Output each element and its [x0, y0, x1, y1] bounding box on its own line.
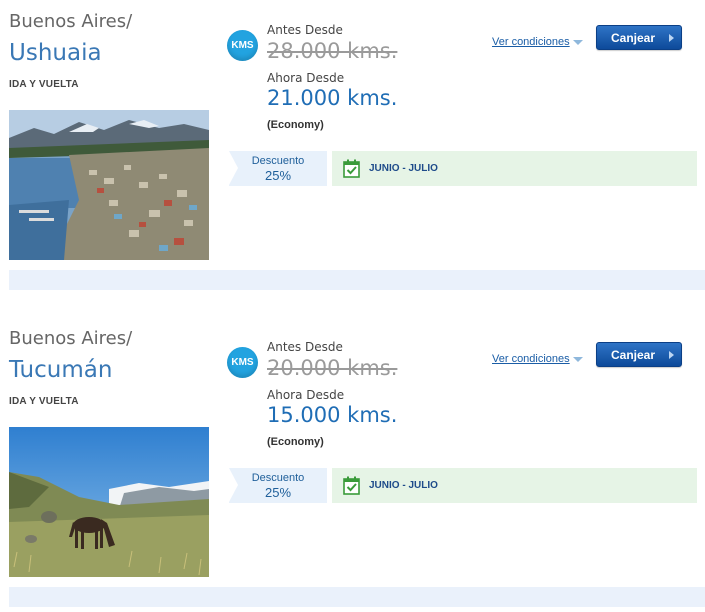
origin-city: Buenos Aires/: [9, 11, 133, 32]
view-conditions-link[interactable]: Ver condiciones: [492, 36, 583, 48]
travel-period: JUNIO - JULIO: [332, 468, 697, 503]
now-label: Ahora Desde: [267, 388, 345, 402]
view-conditions-label: Ver condiciones: [492, 36, 570, 48]
kms-badge-icon: KMS: [227, 30, 258, 61]
discount-value: 25%: [264, 168, 292, 183]
before-label: Antes Desde: [267, 23, 343, 37]
redeem-button[interactable]: Canjear: [596, 342, 682, 367]
arrow-right-icon: [669, 351, 674, 359]
now-price: 15.000 kms.: [267, 403, 398, 427]
destination-city[interactable]: Tucumán: [9, 357, 112, 383]
redeem-button[interactable]: Canjear: [596, 25, 682, 50]
now-label: Ahora Desde: [267, 71, 345, 85]
discount-label: Descuento: [251, 155, 305, 167]
destination-photo[interactable]: [9, 110, 209, 260]
origin-city: Buenos Aires/: [9, 328, 133, 349]
before-price: 28.000 kms.: [267, 39, 398, 63]
period-text: JUNIO - JULIO: [369, 480, 438, 491]
travel-period: JUNIO - JULIO: [332, 151, 697, 186]
before-price: 20.000 kms.: [267, 356, 398, 380]
destination-photo[interactable]: [9, 427, 209, 577]
redeem-label: Canjear: [611, 30, 656, 45]
view-conditions-link[interactable]: Ver condiciones: [492, 353, 583, 365]
separator-bar: [9, 270, 705, 290]
cabin-class: (Economy): [267, 436, 324, 448]
offer-card: Buenos Aires/ Ushuaia IDA Y VUELTA KMS A…: [0, 0, 705, 300]
redeem-label: Canjear: [611, 347, 656, 362]
period-text: JUNIO - JULIO: [369, 163, 438, 174]
trip-type: IDA Y VUELTA: [9, 396, 79, 407]
chevron-down-icon: [572, 356, 583, 362]
now-price: 21.000 kms.: [267, 86, 398, 110]
trip-type: IDA Y VUELTA: [9, 79, 79, 90]
calendar-check-icon: [343, 476, 360, 495]
arrow-right-icon: [669, 34, 674, 42]
view-conditions-label: Ver condiciones: [492, 353, 570, 365]
chevron-down-icon: [572, 39, 583, 45]
discount-label: Descuento: [251, 472, 305, 484]
destination-city[interactable]: Ushuaia: [9, 40, 102, 66]
discount-tag: Descuento 25%: [229, 468, 327, 503]
cabin-class: (Economy): [267, 119, 324, 131]
discount-tag: Descuento 25%: [229, 151, 327, 186]
offer-card: Buenos Aires/ Tucumán IDA Y VUELTA KMS A…: [0, 317, 705, 612]
separator-bar: [9, 587, 705, 607]
before-label: Antes Desde: [267, 340, 343, 354]
kms-badge-icon: KMS: [227, 347, 258, 378]
calendar-check-icon: [343, 159, 360, 178]
discount-value: 25%: [264, 485, 292, 500]
